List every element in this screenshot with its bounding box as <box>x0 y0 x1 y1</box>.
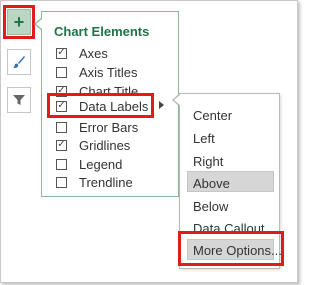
item-label: Trendline <box>79 174 133 190</box>
item-label: Chart Title <box>79 83 139 99</box>
item-label: Error Bars <box>79 119 139 135</box>
submenu-item-right[interactable]: Right <box>193 154 223 169</box>
item-label: Data Labels <box>79 98 149 114</box>
data-labels-submenu: Center Left Right Above Below Data Callo… <box>179 93 282 269</box>
chart-filters-button[interactable] <box>7 87 31 113</box>
checkbox-gridlines[interactable]: ✓ <box>56 139 67 151</box>
submenu-item-below[interactable]: Below <box>193 199 228 214</box>
chart-element-trendline[interactable]: Trendline <box>56 174 133 190</box>
item-label: Legend <box>79 156 123 172</box>
submenu-item-left[interactable]: Left <box>193 131 215 146</box>
submenu-pointer-inner <box>174 94 181 106</box>
brush-icon <box>13 56 25 68</box>
checkbox-axis-titles[interactable] <box>56 66 67 78</box>
submenu-item-center[interactable]: Center <box>193 108 232 123</box>
chart-element-chart-title[interactable]: ✓ Chart Title <box>56 83 138 99</box>
chart-elements-button[interactable]: + <box>7 9 31 35</box>
checkbox-chart-title[interactable]: ✓ <box>56 85 67 97</box>
submenu-item-data-callout[interactable]: Data Callout <box>193 221 265 236</box>
chart-element-legend[interactable]: Legend <box>56 156 122 172</box>
checkbox-error-bars[interactable] <box>56 121 67 133</box>
submenu-item-more-options[interactable]: More Options... <box>193 243 282 258</box>
panel-title: Chart Elements <box>54 24 150 39</box>
submenu-chevron-right-icon[interactable] <box>159 101 164 109</box>
checkbox-trendline[interactable] <box>56 176 67 188</box>
chart-element-axis-titles[interactable]: Axis Titles <box>56 64 138 80</box>
chart-element-error-bars[interactable]: Error Bars <box>56 119 138 135</box>
chart-element-data-labels[interactable]: ✓ Data Labels <box>56 98 148 114</box>
submenu-item-above[interactable]: Above <box>193 176 230 191</box>
chart-element-gridlines[interactable]: ✓ Gridlines <box>56 137 130 153</box>
filter-icon <box>13 95 25 105</box>
item-label: Axes <box>79 45 108 61</box>
checkbox-axes[interactable]: ✓ <box>56 47 67 59</box>
checkbox-data-labels[interactable]: ✓ <box>56 100 67 112</box>
chart-elements-flyout-frame: + Chart Elements ✓ Axes Axis Titles ✓ Ch… <box>0 0 298 283</box>
item-label: Axis Titles <box>79 64 138 80</box>
panel-pointer-inner <box>36 18 43 30</box>
item-label: Gridlines <box>79 137 131 153</box>
chart-element-axes[interactable]: ✓ Axes <box>56 45 108 61</box>
plus-icon: + <box>13 12 25 32</box>
checkbox-legend[interactable] <box>56 158 67 170</box>
chart-styles-button[interactable] <box>7 49 31 75</box>
